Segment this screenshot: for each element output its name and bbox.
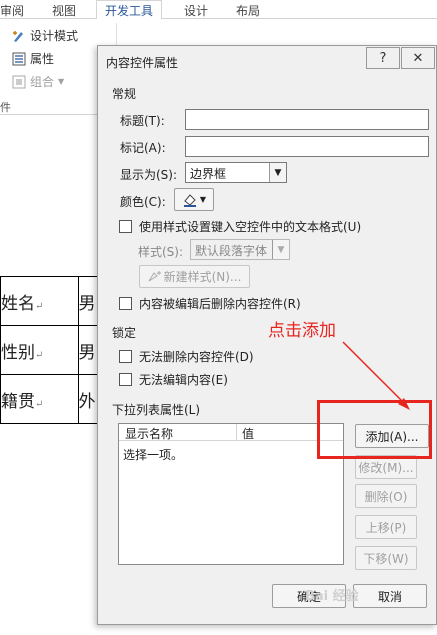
close-icon: ✕	[412, 50, 424, 66]
list-header: 显示名称 值	[119, 424, 343, 441]
new-style-button[interactable]: 新建样式(N)...	[139, 265, 250, 288]
show-as-label: 显示为(S):	[120, 168, 178, 182]
no-delete-label: 无法删除内容控件(D)	[139, 350, 254, 364]
color-label: 颜色(C):	[120, 195, 166, 209]
move-down-button[interactable]: 下移(W)	[355, 546, 417, 570]
tab-review[interactable]: 审阅	[0, 2, 24, 19]
screen: 审阅 视图 开发工具 设计 布局 设计模式 属性 组合 ▼ 件 姓名↵ 男 性别…	[0, 0, 437, 635]
chevron-down-icon: ▼	[199, 195, 207, 204]
style-label: 样式(S):	[138, 245, 184, 259]
column-header-value[interactable]: 值	[242, 425, 254, 442]
paint-bucket-icon	[183, 193, 196, 207]
tag-label: 标记(A):	[120, 141, 166, 155]
properties-icon	[12, 52, 26, 65]
close-button[interactable]: ✕	[401, 47, 435, 69]
dropdown-items-list[interactable]: 显示名称 值 选择一项。	[118, 423, 344, 565]
ribbon-tab-bar: 审阅 视图 开发工具 设计 布局	[0, 0, 437, 20]
tab-layout[interactable]: 布局	[236, 2, 260, 19]
annotation-highlight-box	[317, 400, 432, 459]
tab-view[interactable]: 视图	[52, 2, 76, 19]
chevron-down-icon: ▼	[269, 163, 286, 182]
title-input[interactable]	[185, 109, 429, 130]
no-delete-checkbox[interactable]	[119, 350, 132, 363]
group-button[interactable]: 组合 ▼	[12, 73, 64, 90]
watermark-logo: Bai 经验	[305, 589, 359, 604]
general-section-title: 常规	[112, 87, 137, 101]
ribbon-group-name: 件	[0, 101, 11, 114]
tag-input[interactable]	[185, 136, 429, 157]
help-icon: ?	[379, 50, 387, 66]
table-row: 姓名↵ 男	[0, 276, 100, 326]
no-edit-label: 无法编辑内容(E)	[139, 373, 228, 387]
remove-when-edited-label: 内容被编辑后删除内容控件(R)	[139, 297, 301, 311]
table-cell-label[interactable]: 籍贯↵	[0, 374, 79, 424]
chevron-down-icon: ▼	[58, 77, 65, 86]
new-style-icon	[148, 270, 161, 281]
style-select[interactable]: 默认段落字体 ▼	[190, 239, 290, 260]
content-control-properties-dialog: 内容控件属性 ? ✕ 常规 标题(T): 标记(A): 显示为(S): 边界框 …	[97, 45, 437, 625]
delete-button[interactable]: 删除(O)	[355, 484, 417, 508]
table-cell-label[interactable]: 姓名↵	[0, 276, 79, 326]
properties-label: 属性	[30, 52, 55, 66]
dropdown-section-title: 下拉列表属性(L)	[112, 403, 201, 417]
design-mode-button[interactable]: 设计模式	[12, 27, 78, 44]
properties-button[interactable]: 属性	[12, 50, 54, 67]
use-style-checkbox[interactable]	[119, 220, 132, 233]
table-cell-label[interactable]: 性别↵	[0, 325, 79, 375]
column-divider[interactable]	[236, 424, 237, 441]
use-style-label: 使用样式设置键入空控件中的文本格式(U)	[139, 220, 362, 234]
table-row: 籍贯↵ 外	[0, 374, 100, 424]
group-label: 组合	[30, 75, 55, 89]
document-table: 姓名↵ 男 性别↵ 男 籍贯↵ 外	[0, 276, 100, 424]
locking-section-title: 锁定	[112, 326, 137, 340]
show-as-select[interactable]: 边界框 ▼	[185, 162, 287, 183]
color-picker-button[interactable]: ▼	[174, 188, 214, 211]
title-label: 标题(T):	[120, 114, 165, 128]
tab-design[interactable]: 设计	[184, 2, 208, 19]
list-item[interactable]: 选择一项。	[123, 446, 183, 463]
remove-when-edited-checkbox[interactable]	[119, 297, 132, 310]
annotation-text: 点击添加	[268, 321, 336, 341]
column-header-display-name[interactable]: 显示名称	[125, 425, 173, 442]
design-mode-label: 设计模式	[30, 29, 79, 43]
cancel-button[interactable]: 取消	[353, 584, 427, 608]
table-row: 性别↵ 男	[0, 325, 100, 375]
design-mode-icon	[13, 30, 23, 42]
no-edit-checkbox[interactable]	[119, 373, 132, 386]
move-up-button[interactable]: 上移(P)	[355, 515, 417, 539]
chevron-down-icon: ▼	[272, 240, 289, 259]
dialog-title: 内容控件属性	[106, 56, 179, 70]
help-button[interactable]: ?	[366, 47, 400, 69]
group-icon	[12, 75, 26, 88]
tab-developer[interactable]: 开发工具	[96, 0, 163, 20]
